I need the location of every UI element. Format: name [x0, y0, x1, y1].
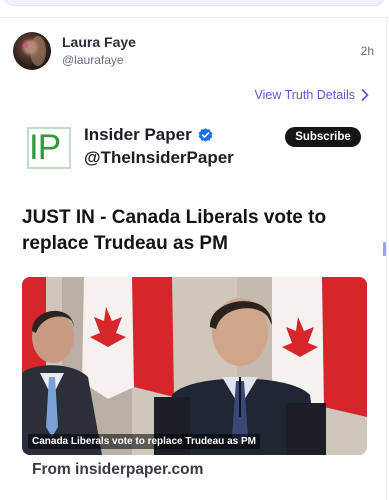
post-timestamp[interactable]: 2h	[361, 44, 374, 58]
post-header: Laura Faye @laurafaye 2h	[13, 32, 378, 72]
avatar-accent	[23, 43, 28, 48]
composer-bar[interactable]	[4, 0, 385, 6]
top-strip	[0, 0, 389, 18]
divider	[0, 17, 389, 18]
source-name: Insider Paper	[84, 125, 214, 145]
avatar-hair	[30, 36, 46, 66]
source-name-text: Insider Paper	[84, 125, 192, 144]
logo-letters: IP	[29, 128, 61, 167]
scrollbar-thumb[interactable]	[383, 242, 386, 256]
verified-badge-icon	[198, 127, 213, 142]
source-handle: @TheInsiderPaper	[84, 148, 234, 167]
author-name[interactable]: Laura Faye	[62, 34, 136, 50]
link-preview-card[interactable]: IP Insider Paper @TheInsiderPaper Subscr…	[22, 120, 367, 490]
author-handle[interactable]: @laurafaye	[62, 53, 124, 67]
article-headline[interactable]: JUST IN - Canada Liberals vote to replac…	[22, 205, 362, 257]
truth-link-label: View Truth Details	[254, 88, 355, 102]
press-conference-photo	[22, 277, 367, 455]
view-truth-details-link[interactable]: View Truth Details	[254, 88, 369, 102]
article-image[interactable]: Canada Liberals vote to replace Trudeau …	[22, 277, 367, 455]
chevron-right-icon	[361, 89, 369, 101]
avatar[interactable]	[13, 32, 51, 70]
insider-paper-logo: IP	[27, 127, 71, 169]
image-caption: Canada Liberals vote to replace Trudeau …	[28, 434, 260, 449]
source-domain[interactable]: From insiderpaper.com	[32, 461, 203, 479]
subscribe-button[interactable]: Subscribe	[285, 127, 361, 147]
divider	[386, 18, 387, 500]
